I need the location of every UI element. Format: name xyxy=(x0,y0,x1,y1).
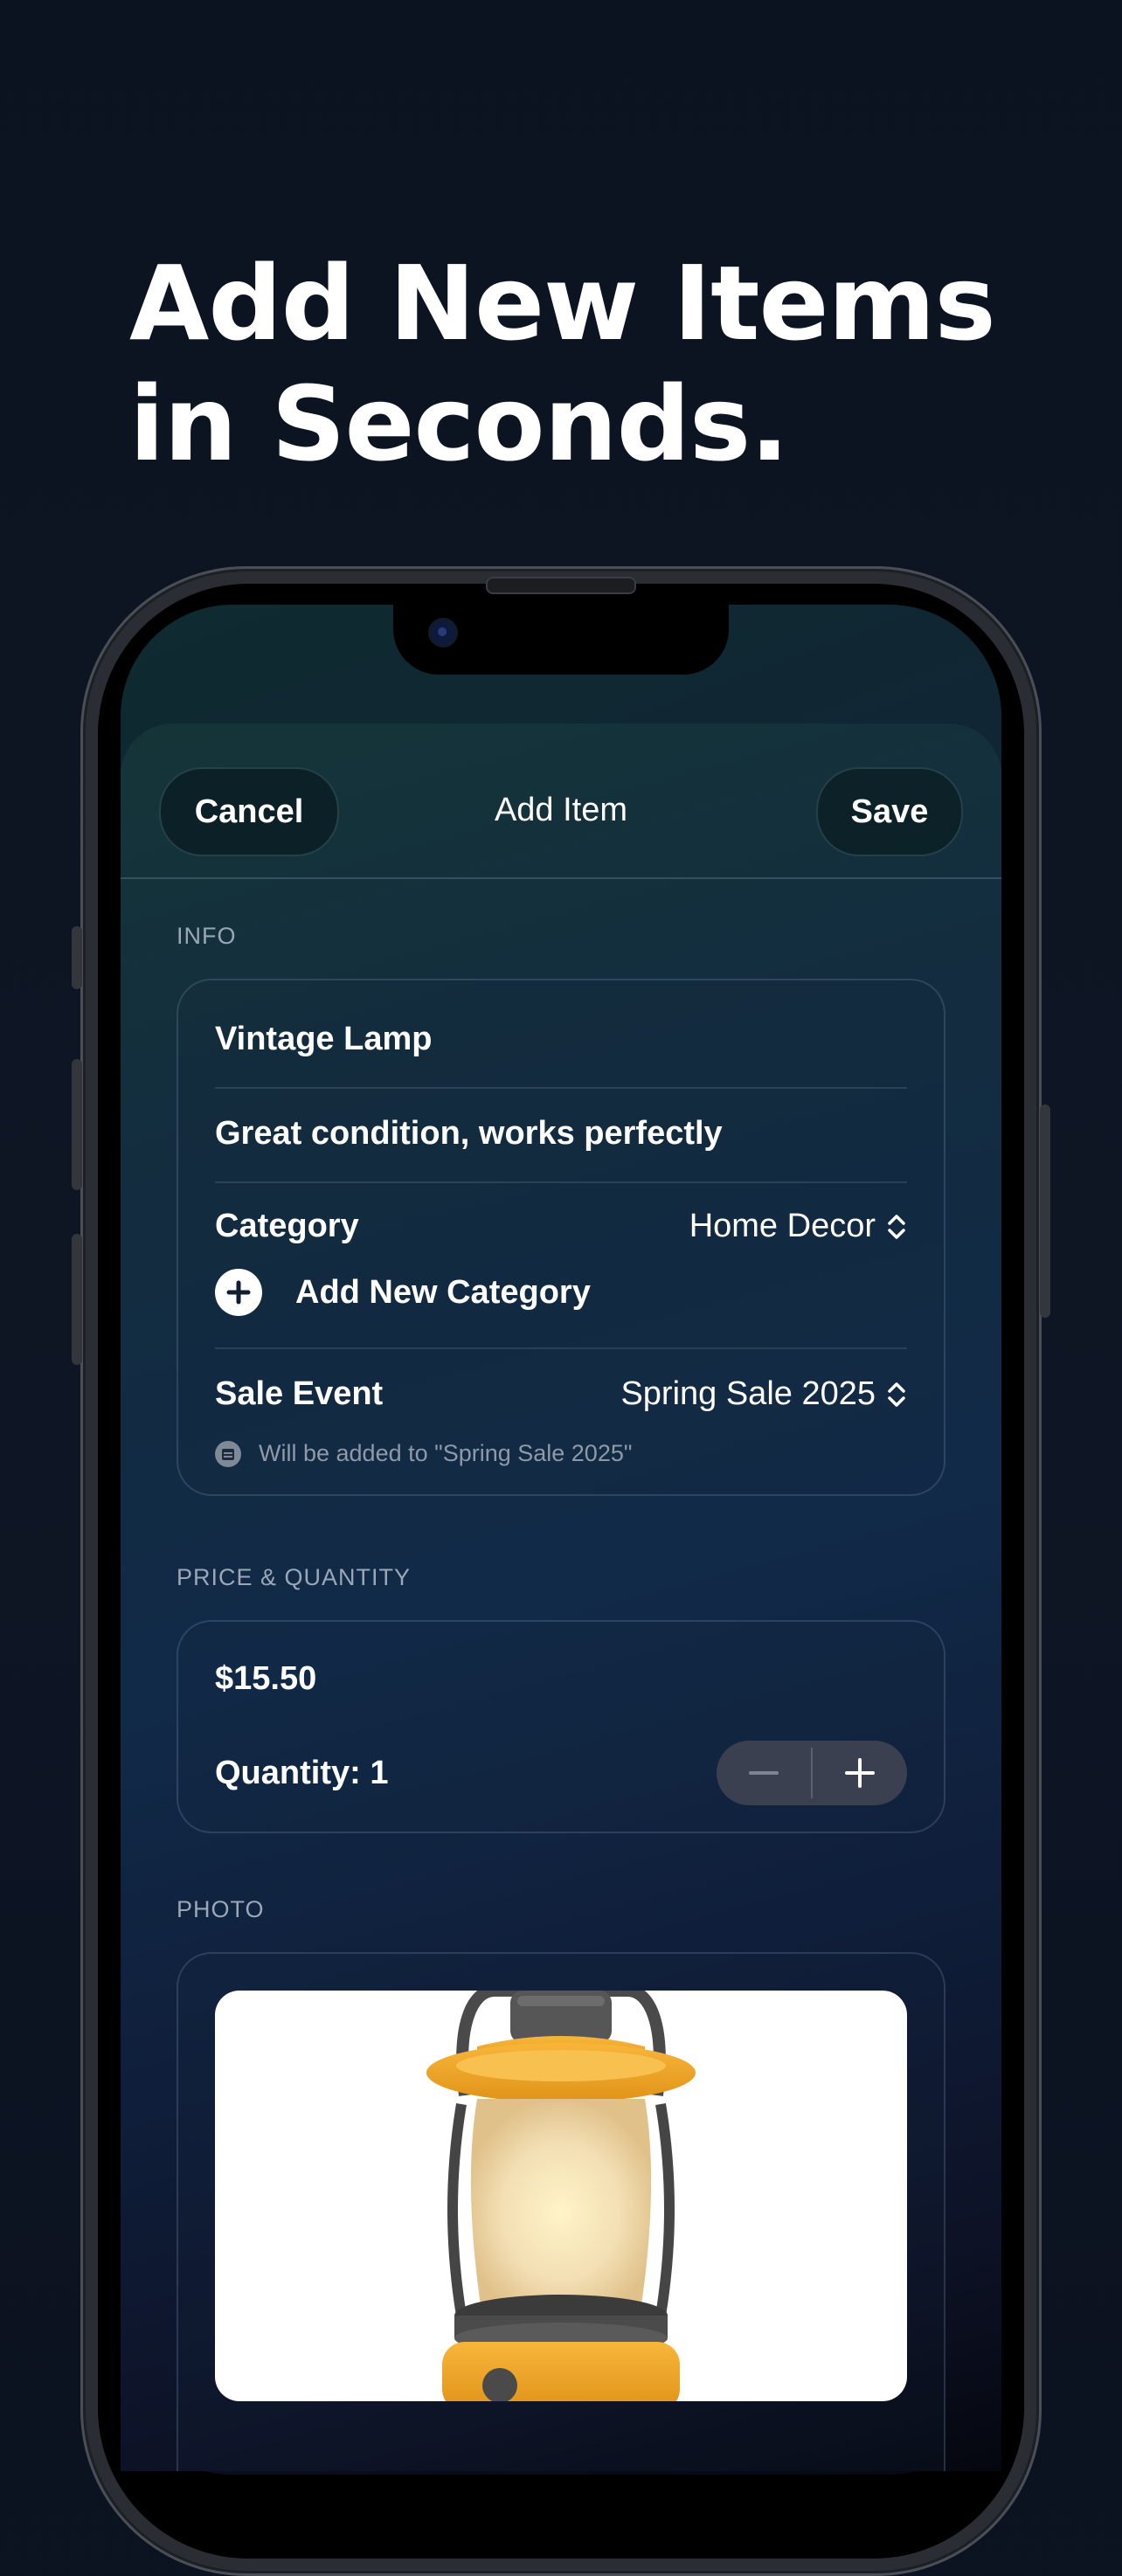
add-new-category-button[interactable]: Add New Category xyxy=(295,1274,591,1312)
sale-event-note: Will be added to "Spring Sale 2025" xyxy=(215,1440,632,1467)
photo-card xyxy=(177,1952,945,2471)
front-camera xyxy=(428,618,458,647)
sale-event-picker[interactable]: Spring Sale 2025 xyxy=(620,1375,907,1413)
chevron-up-down-icon xyxy=(888,1214,905,1239)
chevron-up-down-icon xyxy=(888,1381,905,1407)
save-button[interactable]: Save xyxy=(816,767,963,856)
plus-icon xyxy=(845,1758,875,1788)
category-value: Home Decor xyxy=(689,1208,876,1244)
power-button xyxy=(1040,1104,1050,1318)
lantern-image xyxy=(426,1991,696,2401)
divider xyxy=(215,1181,907,1183)
sheet-header: Cancel Add Item Save xyxy=(121,724,1001,879)
category-picker[interactable]: Home Decor xyxy=(689,1208,907,1245)
headline-line-2: in Seconds. xyxy=(129,364,789,484)
headline: Add New Items in Seconds. xyxy=(129,243,1003,484)
info-card: Vintage Lamp Great condition, works perf… xyxy=(177,979,945,1496)
minus-icon xyxy=(749,1771,779,1775)
info-section-label: INFO xyxy=(177,923,237,949)
item-description-field[interactable]: Great condition, works perfectly xyxy=(215,1115,723,1153)
add-item-sheet: Cancel Add Item Save INFO Vintage Lamp G… xyxy=(121,724,1001,2471)
item-name-field[interactable]: Vintage Lamp xyxy=(215,1021,432,1058)
price-card: $15.50 Quantity: 1 xyxy=(177,1620,945,1833)
divider xyxy=(215,1347,907,1349)
item-photo[interactable] xyxy=(215,1991,907,2401)
speaker-grille xyxy=(486,577,636,594)
decrement-button[interactable] xyxy=(717,1741,811,1805)
category-label: Category xyxy=(215,1208,359,1244)
price-section-label: PRICE & QUANTITY xyxy=(177,1564,412,1590)
price-field[interactable]: $15.50 xyxy=(215,1660,316,1698)
plus-circle-icon[interactable] xyxy=(215,1269,262,1316)
volume-up-button xyxy=(72,1059,82,1190)
increment-button[interactable] xyxy=(813,1741,907,1805)
photo-section-label: PHOTO xyxy=(177,1896,265,1922)
quantity-label: Quantity: 1 xyxy=(215,1755,389,1791)
divider xyxy=(215,1087,907,1089)
quantity-stepper[interactable] xyxy=(717,1741,907,1805)
sale-event-note-text: Will be added to "Spring Sale 2025" xyxy=(259,1440,633,1466)
calendar-icon xyxy=(215,1440,241,1467)
silent-switch xyxy=(72,926,82,989)
volume-down-button xyxy=(72,1234,82,1365)
sale-event-label: Sale Event xyxy=(215,1375,384,1412)
sale-event-value: Spring Sale 2025 xyxy=(620,1375,876,1412)
headline-line-1: Add New Items xyxy=(129,243,996,364)
